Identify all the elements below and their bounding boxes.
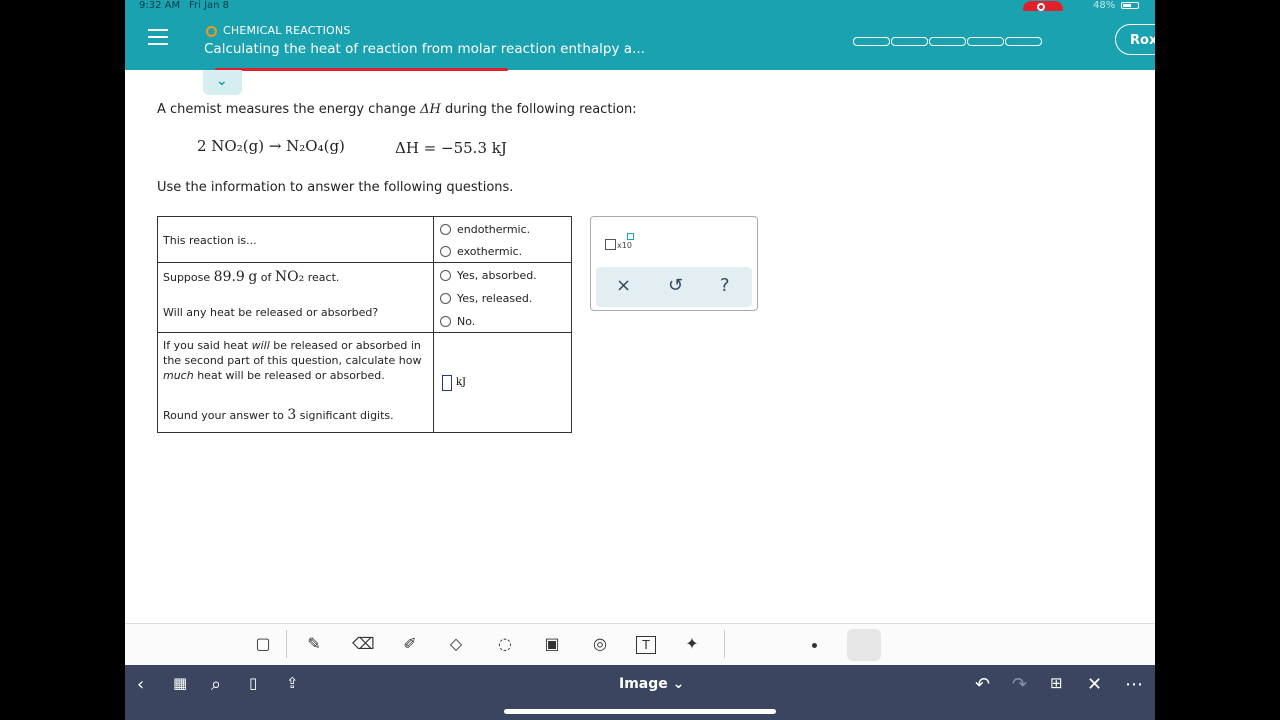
progress-segment bbox=[891, 37, 928, 46]
topic-label: CHEMICAL REACTIONS bbox=[223, 24, 351, 37]
lasso-hand-icon[interactable]: ▢ bbox=[252, 633, 274, 655]
radio-icon[interactable] bbox=[440, 270, 451, 281]
battery-icon bbox=[1121, 2, 1139, 9]
annotation-underline bbox=[215, 68, 508, 71]
collapse-header-button[interactable]: ⌄ bbox=[203, 70, 242, 95]
back-icon[interactable]: ‹ bbox=[137, 674, 144, 695]
status-bar: 9:32 AM Fri Jan 8 48% bbox=[125, 0, 1155, 17]
table-divider bbox=[158, 262, 571, 263]
document-title[interactable]: Image ⌄ bbox=[619, 676, 684, 692]
pen-size-dot[interactable] bbox=[812, 643, 817, 648]
user-account-button[interactable]: Rox bbox=[1115, 24, 1155, 55]
answer-actions: × ↺ ? bbox=[596, 267, 752, 307]
bottom-nav-bar: ‹ ▦ ⌕ ▯ ⇪ Image ⌄ ↶ ↷ ⊞ ✕ ⋯ bbox=[125, 665, 1155, 720]
option-no[interactable]: No. bbox=[440, 315, 475, 328]
row2-question-2: Will any heat be released or absorbed? bbox=[163, 306, 379, 319]
lasso-icon[interactable]: ◌ bbox=[494, 633, 516, 655]
redo-icon[interactable]: ↷ bbox=[1012, 674, 1027, 695]
status-time: 9:32 AM bbox=[139, 0, 181, 11]
radio-icon[interactable] bbox=[440, 246, 451, 257]
radio-icon[interactable] bbox=[440, 224, 451, 235]
intro-text: A chemist measures the energy change ΔH … bbox=[157, 102, 637, 117]
more-icon[interactable]: ⋯ bbox=[1125, 674, 1143, 695]
option-exothermic[interactable]: exothermic. bbox=[440, 245, 522, 258]
topic-status-icon bbox=[206, 26, 217, 37]
question-table: This reaction is... endothermic. exother… bbox=[157, 216, 572, 433]
clear-button[interactable]: × bbox=[616, 275, 631, 296]
camera-icon[interactable]: ◎ bbox=[589, 633, 611, 655]
reaction-enthalpy: ΔH = −55.3 kJ bbox=[395, 139, 507, 157]
bookmark-icon[interactable]: ▯ bbox=[249, 674, 257, 692]
status-date: Fri Jan 8 bbox=[189, 0, 230, 11]
progress-segment bbox=[853, 37, 890, 46]
record-icon bbox=[1037, 3, 1045, 11]
text-tool-icon[interactable]: T bbox=[636, 636, 656, 654]
progress-segment bbox=[929, 37, 966, 46]
share-icon[interactable]: ⇪ bbox=[286, 674, 299, 692]
instructions-text: Use the information to answer the follow… bbox=[157, 180, 514, 195]
undo-icon[interactable]: ↶ bbox=[975, 674, 990, 695]
add-page-icon[interactable]: ⊞ bbox=[1050, 674, 1063, 692]
search-icon[interactable]: ⌕ bbox=[211, 674, 221, 695]
answer-input[interactable] bbox=[442, 375, 452, 391]
grid-icon[interactable]: ▦ bbox=[173, 674, 187, 692]
shapes-icon[interactable]: ◇ bbox=[445, 633, 467, 655]
table-divider bbox=[158, 332, 571, 333]
undo-button[interactable]: ↺ bbox=[668, 275, 683, 296]
annotation-toolbar: ▢ ✎ ⌫ ✐ ◇ ◌ ▣ ◎ T ✦ bbox=[125, 623, 1155, 666]
chevron-down-icon: ⌄ bbox=[216, 73, 228, 89]
highlighter-icon[interactable]: ✐ bbox=[399, 633, 421, 655]
radio-icon[interactable] bbox=[440, 293, 451, 304]
battery-percent: 48% bbox=[1093, 0, 1116, 11]
progress-segment bbox=[967, 37, 1004, 46]
progress-segment bbox=[1005, 37, 1042, 46]
home-indicator bbox=[504, 709, 776, 714]
app-header: CHEMICAL REACTIONS Calculating the heat … bbox=[125, 11, 1155, 71]
reaction-equation: 2 NO₂(g) → N₂O₄(g) bbox=[197, 137, 345, 155]
round-instruction: Round your answer to 3 significant digit… bbox=[163, 407, 394, 423]
table-divider bbox=[433, 217, 434, 432]
close-icon[interactable]: ✕ bbox=[1087, 674, 1102, 695]
row1-question: This reaction is... bbox=[163, 234, 257, 247]
row2-question: Suppose 89.9 g of NO₂ react. bbox=[163, 269, 340, 285]
option-yes-absorbed[interactable]: Yes, absorbed. bbox=[440, 269, 537, 282]
help-button[interactable]: ? bbox=[720, 275, 730, 296]
image-icon[interactable]: ▣ bbox=[541, 633, 563, 655]
menu-button[interactable] bbox=[148, 29, 168, 47]
eraser-icon[interactable]: ⌫ bbox=[352, 633, 375, 655]
stroke-style-button[interactable] bbox=[847, 629, 881, 661]
page-title[interactable]: Calculating the heat of reaction from mo… bbox=[204, 41, 645, 57]
laser-pointer-icon[interactable]: ✦ bbox=[681, 633, 703, 655]
pen-icon[interactable]: ✎ bbox=[303, 633, 325, 655]
option-endothermic[interactable]: endothermic. bbox=[440, 223, 530, 236]
answer-tools-panel: x10 × ↺ ? bbox=[590, 216, 758, 311]
radio-icon[interactable] bbox=[440, 316, 451, 327]
answer-unit: kJ bbox=[456, 377, 467, 388]
progress-bar bbox=[853, 37, 1043, 46]
tablet-screen: 9:32 AM Fri Jan 8 48% CHEMICAL REACTIONS… bbox=[125, 0, 1155, 720]
row3-question: If you said heat will be released or abs… bbox=[163, 339, 422, 382]
option-yes-released[interactable]: Yes, released. bbox=[440, 292, 532, 305]
